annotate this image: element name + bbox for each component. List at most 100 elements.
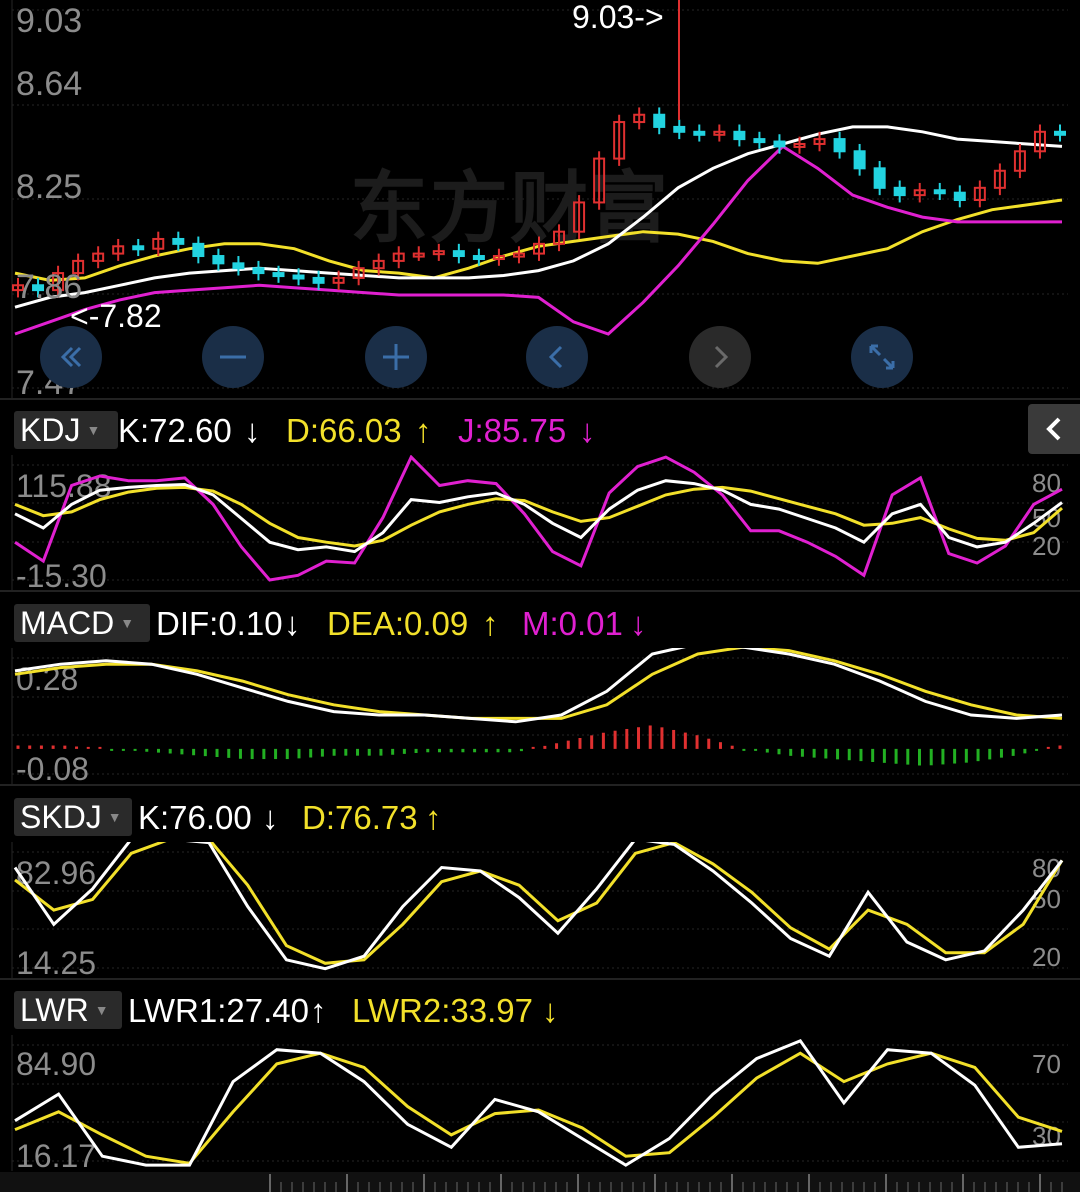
kdj-k-arrow-icon: ↓ xyxy=(244,412,261,449)
dropdown-arrow-icon: ▼ xyxy=(94,1002,109,1018)
macd-selector[interactable]: MACD ▼ xyxy=(14,604,150,642)
candle-body xyxy=(853,150,866,170)
right-icon xyxy=(714,345,729,369)
candle-body xyxy=(733,130,746,141)
skdj-d-line xyxy=(14,842,1064,965)
lwr-lwr2-value: LWR2:33.97 xyxy=(352,992,533,1029)
lwr-name: LWR xyxy=(20,991,89,1028)
kdj-name: KDJ xyxy=(20,411,81,448)
scroll-left-button[interactable] xyxy=(526,326,588,388)
macd-dif-value: DIF:0.10 xyxy=(156,605,283,642)
macd-m-value: M:0.01 xyxy=(522,605,623,642)
dropdown-arrow-icon: ▼ xyxy=(107,809,122,825)
candle-body xyxy=(172,237,185,245)
macd-dea-value: DEA:0.09 xyxy=(327,605,469,642)
kdj-d-arrow-icon: ↑ xyxy=(415,412,432,449)
macd-pane[interactable]: 0.28 -0.08 xyxy=(0,648,1080,784)
chevron-left-icon xyxy=(1046,417,1061,441)
kdj-k-line xyxy=(14,479,1063,554)
timeline-ticks xyxy=(269,1174,1063,1192)
candle-body xyxy=(212,255,225,265)
collapse-panel-button[interactable] xyxy=(1028,404,1080,454)
skdj-d-value: D:76.73 xyxy=(302,799,418,836)
watermark: 东方财富 xyxy=(350,164,670,252)
dropdown-arrow-icon: ▼ xyxy=(120,615,135,631)
candle-body xyxy=(893,186,906,197)
skdj-selector[interactable]: SKDJ ▼ xyxy=(14,798,132,836)
candle-body xyxy=(833,138,846,153)
macd-chart-svg[interactable]: 0.28 -0.08 xyxy=(0,648,1080,784)
separator xyxy=(0,590,1080,592)
zoom-out-icon xyxy=(220,355,246,359)
price-label-8.64: 8.64 xyxy=(16,65,82,103)
high-marker: 9.03-> xyxy=(572,0,664,35)
macd-dif-arrow-icon: ↓ xyxy=(284,605,301,642)
candle-body xyxy=(953,191,966,201)
candle-body xyxy=(933,189,946,195)
skdj-k-line xyxy=(13,842,1064,971)
left-icon xyxy=(548,345,563,369)
kdj-pane[interactable]: 115.88 -15.30 80 50 20 xyxy=(0,455,1080,590)
separator xyxy=(0,978,1080,980)
candle-body xyxy=(773,140,786,148)
candle-body xyxy=(312,276,325,284)
scroll-right-button[interactable] xyxy=(689,326,751,388)
kdj-right-20: 20 xyxy=(1032,531,1061,561)
macd-name: MACD xyxy=(20,604,115,641)
kdj-chart-svg[interactable]: 115.88 -15.30 80 50 20 xyxy=(0,455,1080,590)
candle-body xyxy=(673,125,686,133)
candle-body xyxy=(292,274,305,280)
skdj-chart-svg[interactable]: 82.96 14.25 80 50 20 xyxy=(0,842,1080,978)
timeline-scrollbar[interactable] xyxy=(0,1172,1080,1192)
candle-body xyxy=(272,272,285,278)
double-left-icon xyxy=(60,346,82,368)
main-chart-pane[interactable]: 东方财富 9.03 8.64 8.25 7.86 7.47 9.03-> <-7… xyxy=(0,0,1080,398)
lwr-lwr1-value: LWR1:27.40 xyxy=(128,992,309,1029)
skdj-pane[interactable]: 82.96 14.25 80 50 20 xyxy=(0,842,1080,978)
candle-body xyxy=(653,113,666,128)
zoom-out-button[interactable] xyxy=(202,326,264,388)
macd-m-arrow-icon: ↓ xyxy=(630,605,647,642)
kdj-j-arrow-icon: ↓ xyxy=(579,412,596,449)
macd-y-bottom: -0.08 xyxy=(16,751,89,784)
kdj-header: KDJ ▼ K:72.60 ↓ D:66.03 ↑ J:85.75 ↓ xyxy=(0,403,1080,453)
skdj-k-arrow-icon: ↓ xyxy=(262,799,279,836)
candle-body xyxy=(693,130,706,136)
candle-body xyxy=(232,262,245,270)
kdj-y-top: 115.88 xyxy=(16,468,112,504)
kdj-d-value: D:66.03 xyxy=(286,412,402,449)
scroll-far-left-button[interactable] xyxy=(40,326,102,388)
lwr-y-top: 84.90 xyxy=(16,1046,96,1082)
dropdown-arrow-icon: ▼ xyxy=(86,422,101,438)
lwr-lwr1-arrow-icon: ↑ xyxy=(310,992,327,1029)
lwr-y-bottom: 16.17 xyxy=(16,1138,96,1171)
kdj-j-value: J:85.75 xyxy=(458,412,567,449)
lwr-chart-svg[interactable]: 84.90 16.17 70 30 xyxy=(0,1035,1080,1171)
expand-icon xyxy=(869,344,895,370)
kdj-j-line xyxy=(14,455,1063,582)
lwr-pane[interactable]: 84.90 16.17 70 30 xyxy=(0,1035,1080,1171)
kdj-k-value: K:72.60 xyxy=(118,412,232,449)
macd-dea-line xyxy=(14,648,1063,720)
macd-header: MACD ▼ DIF:0.10 ↓ DEA:0.09 ↑ M:0.01 ↓ xyxy=(0,596,1080,646)
skdj-k-value: K:76.00 xyxy=(138,799,252,836)
candle-body xyxy=(873,167,886,189)
lwr-right-70: 70 xyxy=(1032,1049,1061,1079)
candle-body xyxy=(192,242,205,258)
zoom-in-icon xyxy=(383,344,409,370)
candle-body xyxy=(1054,130,1066,136)
macd-dea-arrow-icon: ↑ xyxy=(482,605,499,642)
lwr-header: LWR ▼ LWR1:27.40 ↑ LWR2:33.97 ↓ xyxy=(0,983,1080,1033)
skdj-name: SKDJ xyxy=(20,798,102,835)
price-label-8.25: 8.25 xyxy=(16,168,82,206)
candle-body xyxy=(132,245,145,251)
lwr2-line xyxy=(14,1051,1063,1165)
zoom-in-button[interactable] xyxy=(365,326,427,388)
kdj-selector[interactable]: KDJ ▼ xyxy=(14,411,118,449)
kdj-y-bottom: -15.30 xyxy=(16,558,107,590)
lwr-selector[interactable]: LWR ▼ xyxy=(14,991,122,1029)
skdj-right-20: 20 xyxy=(1032,942,1061,972)
candle-body xyxy=(452,250,465,258)
fullscreen-button[interactable] xyxy=(851,326,913,388)
candle-body xyxy=(753,138,766,144)
